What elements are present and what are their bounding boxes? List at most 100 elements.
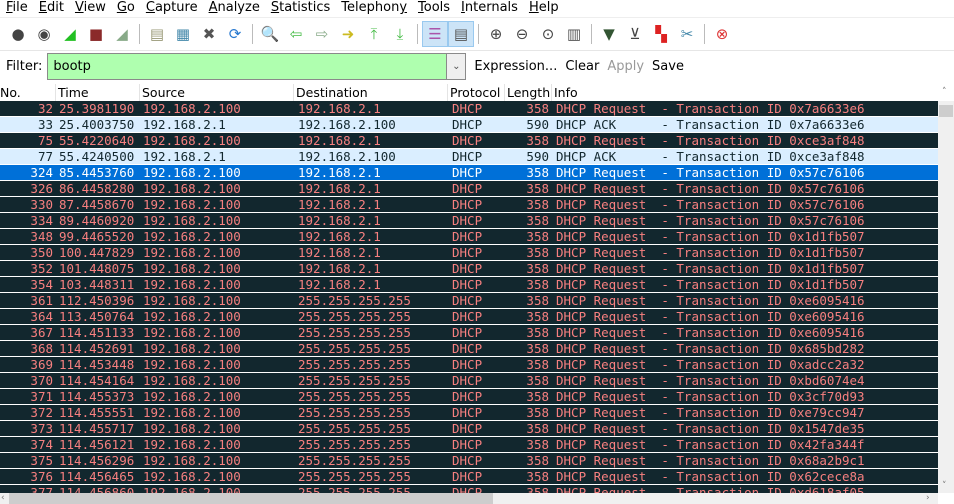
toolbar-separator: [704, 23, 705, 44]
scroll-left-icon[interactable]: ‹: [1, 493, 5, 503]
packet-row[interactable]: 324 85.4453760 192.168.2.100 192.168.2.1 DHC…: [0, 165, 938, 181]
restart-capture-icon[interactable]: ◢: [109, 21, 135, 47]
packet-row[interactable]: 374 114.456121 192.168.2.100 255.255.255.25…: [0, 437, 938, 453]
packet-row[interactable]: 368 114.452691 192.168.2.100 255.255.255.25…: [0, 341, 938, 357]
menu-Capture[interactable]: Capture: [140, 0, 203, 15]
packet-row[interactable]: 364 113.450764 192.168.2.100 255.255.255.25…: [0, 309, 938, 325]
horizontal-scrollbar[interactable]: ‹ ›: [0, 493, 938, 504]
column-header-source[interactable]: Source: [140, 84, 294, 101]
menu-Telephony[interactable]: Telephony: [335, 0, 412, 15]
capture-filters-icon[interactable]: ▼: [596, 21, 622, 47]
capture-options-icon[interactable]: ◉: [31, 21, 57, 47]
menu-File[interactable]: File: [0, 0, 33, 15]
packet-row[interactable]: 376 114.456465 192.168.2.100 255.255.255.25…: [0, 469, 938, 485]
interface-list-icon[interactable]: ●: [5, 21, 31, 47]
packet-cell-no: 32: [37, 101, 53, 116]
menu-label-rest: dit: [47, 0, 64, 15]
expression-button[interactable]: Expression...: [474, 59, 557, 74]
help-icon[interactable]: ⊗: [709, 21, 735, 47]
reload-icon[interactable]: ⟳: [222, 21, 248, 47]
packet-cell-dst: 255.255.255.255: [298, 405, 411, 420]
column-header-destination[interactable]: Destination: [294, 84, 448, 101]
save-file-icon[interactable]: ▦: [170, 21, 196, 47]
packet-row[interactable]: 372 114.455551 192.168.2.100 255.255.255.25…: [0, 405, 938, 421]
packet-cell-time: 113.450764: [59, 309, 135, 324]
packet-row[interactable]: 334 89.4460920 192.168.2.100 192.168.2.1 DHC…: [0, 213, 938, 229]
colorize-icon[interactable]: ☰: [422, 20, 448, 47]
go-to-packet-icon[interactable]: ➜: [335, 21, 361, 47]
start-capture-icon[interactable]: ◢: [57, 21, 83, 47]
scroll-up-icon[interactable]: ˄: [942, 87, 947, 97]
column-header-protocol[interactable]: Protocol: [448, 84, 505, 101]
zoom-in-icon[interactable]: ⊕: [483, 21, 509, 47]
auto-scroll-icon[interactable]: ▤: [448, 20, 474, 47]
clear-button[interactable]: Clear: [565, 59, 599, 74]
last-packet-icon[interactable]: ⤓: [387, 21, 413, 47]
horizontal-scroll-thumb[interactable]: [9, 493, 493, 504]
packet-row[interactable]: 371 114.455373 192.168.2.100 255.255.255.25…: [0, 389, 938, 405]
packet-row[interactable]: 369 114.453448 192.168.2.100 255.255.255.25…: [0, 357, 938, 373]
zoom-out-icon[interactable]: ⊖: [509, 21, 535, 47]
go-back-icon[interactable]: ⇦: [283, 21, 309, 47]
display-filter-input[interactable]: bootp: [47, 53, 448, 80]
save-filter-button[interactable]: Save: [652, 59, 684, 74]
menu-Help[interactable]: Help: [523, 0, 564, 15]
packet-row[interactable]: 348 99.4465520 192.168.2.100 192.168.2.1 DHC…: [0, 229, 938, 245]
coloring-rules-icon[interactable]: ▚: [648, 21, 674, 47]
packet-cell-dst: 192.168.2.1: [298, 181, 381, 196]
vertical-scrollbar[interactable]: ˄ ˅: [938, 87, 954, 493]
apply-button[interactable]: Apply: [607, 59, 644, 74]
normal-size-icon[interactable]: ⊙: [535, 21, 561, 47]
packet-row[interactable]: 77 55.4240500 192.168.2.1 192.168.2.100 DHCP…: [0, 149, 938, 165]
column-header-no[interactable]: No.: [0, 84, 56, 101]
packet-row[interactable]: 32 25.3981190 192.168.2.100 192.168.2.1 DHCP…: [0, 101, 938, 117]
display-filters-icon[interactable]: ⊻: [622, 21, 648, 47]
packet-row[interactable]: 350 100.447829 192.168.2.100 192.168.2.1 DHC…: [0, 245, 938, 261]
packet-cell-no: 372: [30, 405, 53, 420]
packet-row[interactable]: 367 114.451133 192.168.2.100 255.255.255.25…: [0, 325, 938, 341]
menu-Tools[interactable]: Tools: [412, 0, 455, 15]
packet-cell-src: 192.168.2.100: [143, 165, 241, 180]
menu-View[interactable]: View: [69, 0, 111, 15]
packet-row[interactable]: 33 25.4003750 192.168.2.1 192.168.2.100 DHCP…: [0, 117, 938, 133]
packet-row[interactable]: 354 103.448311 192.168.2.100 192.168.2.1 DHC…: [0, 277, 938, 293]
packet-cell-info: DHCP Request - Transaction ID 0xe6095416: [556, 309, 865, 324]
packet-row[interactable]: 375 114.456296 192.168.2.100 255.255.255.25…: [0, 453, 938, 469]
packet-cell-info: DHCP Request - Transaction ID 0xd618af05: [556, 485, 865, 493]
preferences-icon[interactable]: ✂: [674, 21, 700, 47]
packet-cell-no: 33: [37, 117, 53, 132]
packet-row[interactable]: 75 55.4220640 192.168.2.100 192.168.2.1 DHCP…: [0, 133, 938, 149]
packet-row[interactable]: 326 86.4458280 192.168.2.100 192.168.2.1 DHC…: [0, 181, 938, 197]
packet-cell-no: 374: [30, 437, 53, 452]
menu-Analyze[interactable]: Analyze: [203, 0, 265, 15]
packet-row[interactable]: 370 114.454164 192.168.2.100 255.255.255.25…: [0, 373, 938, 389]
packet-row[interactable]: 330 87.4458670 192.168.2.100 192.168.2.1 DHC…: [0, 197, 938, 213]
column-header-info[interactable]: Info: [552, 84, 938, 101]
column-header-time[interactable]: Time: [56, 84, 140, 101]
vertical-scroll-thumb[interactable]: [939, 105, 953, 117]
menu-mnemonic: H: [528, 0, 539, 15]
filter-history-dropdown[interactable]: ⌄: [447, 53, 467, 80]
go-forward-icon[interactable]: ⇨: [309, 21, 335, 47]
first-packet-icon[interactable]: ⤒: [361, 21, 387, 47]
scroll-down-icon[interactable]: ˅: [942, 481, 947, 491]
menu-Go[interactable]: Go: [111, 0, 140, 15]
menu-Edit[interactable]: Edit: [33, 0, 69, 15]
find-packet-icon[interactable]: 🔍: [257, 21, 283, 47]
scroll-right-icon[interactable]: ›: [926, 493, 930, 503]
packet-row[interactable]: 361 112.450396 192.168.2.100 255.255.255.25…: [0, 293, 938, 309]
stop-capture-icon[interactable]: ■: [83, 21, 109, 47]
menu-Internals[interactable]: Internals: [455, 0, 523, 15]
packet-row[interactable]: 377 114.456860 192.168.2.100 255.255.255.25…: [0, 485, 938, 493]
column-header-length[interactable]: Length: [505, 84, 552, 101]
packet-row[interactable]: 373 114.455717 192.168.2.100 255.255.255.25…: [0, 421, 938, 437]
menu-label-rest: elp: [538, 0, 559, 15]
close-file-icon[interactable]: ✖: [196, 21, 222, 47]
packet-cell-dst: 255.255.255.255: [298, 309, 411, 324]
open-file-icon[interactable]: ▤: [144, 21, 170, 47]
packet-cell-time: 114.456121: [59, 437, 135, 452]
packet-row[interactable]: 352 101.448075 192.168.2.100 192.168.2.1 DHC…: [0, 261, 938, 277]
packet-cell-src: 192.168.2.100: [143, 325, 241, 340]
menu-Statistics[interactable]: Statistics: [265, 0, 335, 15]
resize-columns-icon[interactable]: ▥: [561, 21, 587, 47]
